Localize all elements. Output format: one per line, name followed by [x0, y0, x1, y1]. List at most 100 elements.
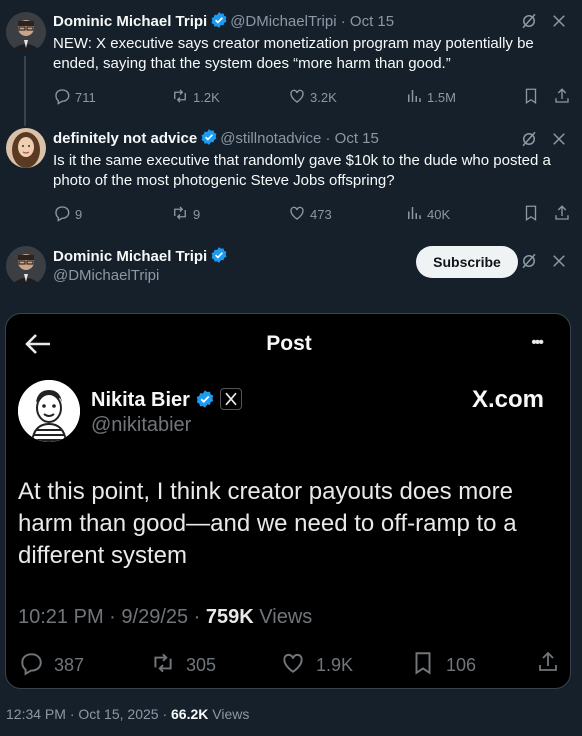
grok-icon[interactable]	[520, 252, 538, 274]
views-icon	[405, 87, 427, 108]
avatar[interactable]	[6, 128, 46, 168]
author-handle[interactable]: @DMichaelTripi	[53, 266, 159, 286]
embed-post-meta: 10:21 PM · 9/29/25 · 759K Views	[18, 606, 312, 629]
author-name[interactable]: Dominic Michael Tripi	[53, 13, 207, 30]
post-timestamp: 12:34 PM · Oct 15, 2025 · 66.2K Views	[6, 706, 249, 722]
repost-icon	[150, 650, 186, 681]
embed-post-text: At this point, I think creator payouts d…	[18, 478, 517, 569]
separator-dot: ·	[188, 606, 206, 628]
views-button[interactable]: 40K	[405, 204, 450, 225]
author-handle[interactable]: @DMichaelTripi	[230, 13, 336, 30]
reply-icon	[53, 204, 75, 225]
views-count: 1.5M	[427, 90, 456, 105]
like-button[interactable]: 3.2K	[288, 87, 337, 108]
like-icon	[288, 87, 310, 108]
bookmark-button[interactable]	[522, 204, 544, 225]
like-icon	[288, 204, 310, 225]
tweet-text: NEW: X executive says creator monetizati…	[53, 35, 534, 72]
verified-icon	[195, 389, 215, 415]
grok-icon[interactable]	[520, 12, 538, 34]
embed-avatar	[18, 380, 80, 442]
embedded-post-image[interactable]: Post ••• Nikita Bier @nikitabier X.com A…	[5, 313, 571, 689]
like-count: 473	[310, 207, 332, 222]
embed-date: 9/29/25	[121, 606, 189, 628]
reply-count: 9	[75, 207, 83, 222]
repost-button[interactable]: 1.2K	[171, 87, 220, 108]
repost-count: 1.2K	[193, 90, 220, 105]
like-icon	[280, 650, 316, 681]
reply-count: 711	[75, 90, 96, 105]
subscribe-button[interactable]: Subscribe	[416, 246, 518, 278]
repost-button[interactable]: 9	[171, 204, 200, 225]
avatar[interactable]	[6, 12, 46, 52]
bookmark-button[interactable]	[522, 87, 544, 108]
post-views-label: Views	[212, 706, 250, 722]
separator-dot: ·	[103, 606, 122, 628]
post-time[interactable]: 12:34 PM	[6, 706, 66, 722]
tweet-1[interactable]: Dominic Michael Tripi @DMichaelTripi · Oc…	[0, 0, 582, 126]
like-button[interactable]: 473	[288, 204, 332, 225]
reply-button[interactable]: 9	[53, 204, 82, 225]
tweet-date[interactable]: Oct 15	[350, 13, 394, 30]
separator-dot: ·	[336, 13, 350, 30]
share-button[interactable]	[553, 87, 575, 108]
embed-author-handle: @nikitabier	[91, 414, 192, 436]
tweet-text: Is it the same executive that randomly g…	[53, 152, 551, 189]
separator-dot: ·	[321, 130, 335, 147]
embed-time: 10:21 PM	[18, 606, 104, 628]
embed-author-name-text: Nikita Bier	[91, 389, 190, 411]
more-options-icon: •••	[531, 334, 544, 351]
verified-icon	[210, 11, 228, 35]
embed-reply: 387	[18, 650, 84, 681]
bookmark-icon	[522, 204, 544, 225]
verified-icon	[210, 246, 228, 270]
like-count: 3.2K	[310, 90, 337, 105]
reply-icon	[18, 650, 54, 681]
avatar[interactable]	[6, 246, 46, 286]
views-icon	[405, 204, 427, 225]
more-icon[interactable]	[550, 130, 568, 152]
share-button[interactable]	[553, 204, 575, 225]
author-name[interactable]: Dominic Michael Tripi	[53, 248, 207, 265]
embed-share	[536, 650, 570, 679]
embed-repost: 305	[150, 650, 216, 681]
author-name[interactable]: definitely not advice	[53, 130, 197, 147]
post-date[interactable]: Oct 15, 2025	[78, 706, 158, 722]
author-handle[interactable]: @stillnotadvice	[220, 130, 321, 147]
bookmark-icon	[522, 87, 544, 108]
more-icon[interactable]	[550, 252, 568, 274]
thread-line	[24, 56, 26, 126]
embed-like: 1.9K	[280, 650, 353, 681]
views-count: 40K	[427, 207, 451, 222]
tweet-header: Dominic Michael Tripi @DMichaelTripi · Oc…	[53, 11, 394, 35]
grok-icon[interactable]	[520, 130, 538, 152]
tweet-actions: 711 1.2K 3.2K 1.5M	[53, 87, 573, 107]
tweet-date[interactable]: Oct 15	[335, 130, 379, 147]
tweet-header: definitely not advice @stillnotadvice · O…	[53, 128, 379, 152]
share-icon	[553, 87, 575, 108]
embed-like-count: 1.9K	[316, 655, 354, 675]
xcom-watermark: X.com	[471, 386, 544, 413]
tweet-actions: 9 9 473 40K	[53, 204, 573, 224]
main-corner-icons	[520, 252, 568, 274]
tweet-2[interactable]: definitely not advice @stillnotadvice · O…	[0, 120, 582, 235]
embed-author-name: Nikita Bier	[91, 388, 242, 415]
embed-repost-count: 305	[186, 655, 217, 675]
embed-views-count: 759K	[205, 606, 254, 628]
views-button[interactable]: 1.5M	[405, 87, 456, 108]
embed-bookmark-count: 106	[446, 655, 477, 675]
reply-button[interactable]: 711	[53, 87, 96, 108]
embed-bookmark: 106	[410, 650, 476, 681]
embed-actions: 387 305 1.9K 106	[18, 650, 558, 676]
reply-icon	[53, 87, 75, 108]
verified-icon	[200, 128, 218, 152]
repost-icon	[171, 204, 193, 225]
embed-reply-count: 387	[54, 655, 85, 675]
post-views-count: 66.2K	[171, 706, 209, 722]
repost-icon	[171, 87, 193, 108]
embed-page-title: Post	[266, 332, 312, 355]
more-icon[interactable]	[550, 12, 568, 34]
tweet-corner-icons	[520, 130, 568, 152]
share-icon	[553, 204, 575, 225]
separator-dot: ·	[158, 706, 172, 722]
